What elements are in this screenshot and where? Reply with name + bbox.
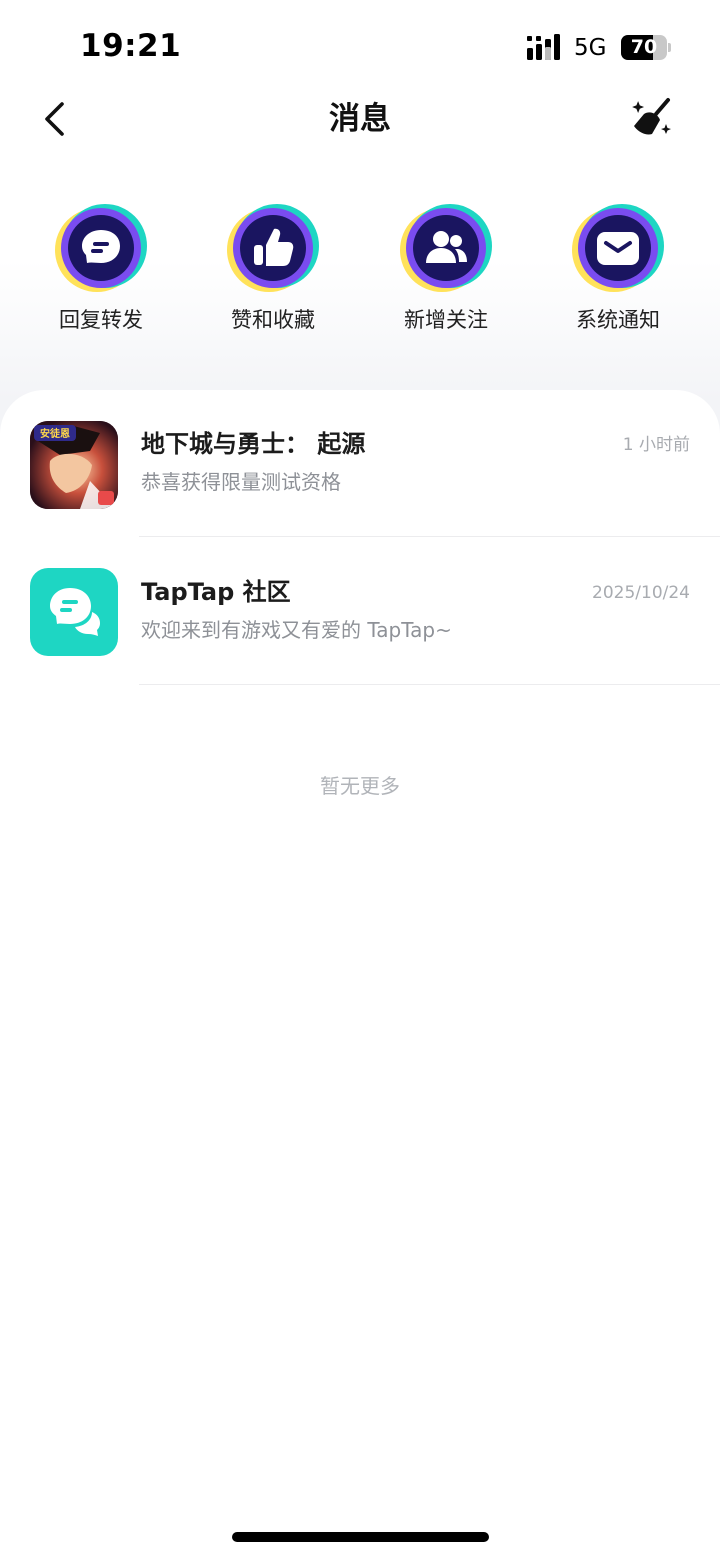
message-preview: 欢迎来到有游戏又有爱的 TapTap~ bbox=[141, 618, 452, 642]
messages-screen: 19:21 5G 70 消息 回复转发 赞和收藏 新增关注 系统通知 安徒恩 地… bbox=[0, 0, 720, 1558]
category-label: 赞和收藏 bbox=[231, 308, 315, 332]
category-label: 系统通知 bbox=[576, 308, 660, 332]
page-title: 消息 bbox=[329, 101, 391, 137]
category-follows[interactable]: 新增关注 bbox=[386, 200, 506, 334]
avatar-badge-text: 安徒恩 bbox=[40, 427, 70, 440]
thumbs-up-icon bbox=[225, 200, 321, 296]
category-label: 回复转发 bbox=[59, 308, 143, 332]
category-system[interactable]: 系统通知 bbox=[558, 200, 678, 334]
divider bbox=[139, 684, 720, 685]
home-indicator[interactable] bbox=[232, 1532, 489, 1542]
status-time: 19:21 bbox=[80, 28, 182, 64]
users-icon bbox=[398, 200, 494, 296]
envelope-icon bbox=[570, 200, 666, 296]
battery-icon: 70 bbox=[621, 35, 667, 60]
message-list: 安徒恩 地下城与勇士： 起源 恭喜获得限量测试资格 1 小时前 TapTap 社… bbox=[0, 390, 720, 1558]
game-dnf-origin-icon: 安徒恩 bbox=[30, 421, 118, 509]
taptap-chat-icon bbox=[30, 568, 118, 656]
category-likes[interactable]: 赞和收藏 bbox=[213, 200, 333, 334]
broom-sparkle-icon[interactable] bbox=[630, 96, 672, 140]
message-time: 1 小时前 bbox=[622, 435, 690, 455]
no-more-text: 暂无更多 bbox=[320, 774, 400, 798]
divider bbox=[139, 536, 720, 537]
message-time: 2025/10/24 bbox=[592, 583, 690, 603]
signal-icon bbox=[527, 34, 560, 60]
list-item[interactable]: TapTap 社区 欢迎来到有游戏又有爱的 TapTap~ 2025/10/24 bbox=[0, 538, 720, 686]
battery-level: 70 bbox=[630, 36, 658, 58]
message-preview: 恭喜获得限量测试资格 bbox=[141, 470, 341, 494]
category-replies[interactable]: 回复转发 bbox=[41, 200, 161, 334]
category-label: 新增关注 bbox=[404, 308, 488, 332]
message-categories: 回复转发 赞和收藏 新增关注 系统通知 bbox=[0, 200, 720, 340]
battery-cap bbox=[668, 43, 671, 52]
message-title: 地下城与勇士： 起源 bbox=[141, 430, 366, 458]
list-item[interactable]: 安徒恩 地下城与勇士： 起源 恭喜获得限量测试资格 1 小时前 bbox=[0, 390, 720, 538]
message-title: TapTap 社区 bbox=[141, 578, 291, 606]
status-bar: 19:21 5G 70 bbox=[0, 0, 720, 90]
network-type: 5G bbox=[574, 35, 607, 61]
chat-bubble-icon bbox=[53, 200, 149, 296]
